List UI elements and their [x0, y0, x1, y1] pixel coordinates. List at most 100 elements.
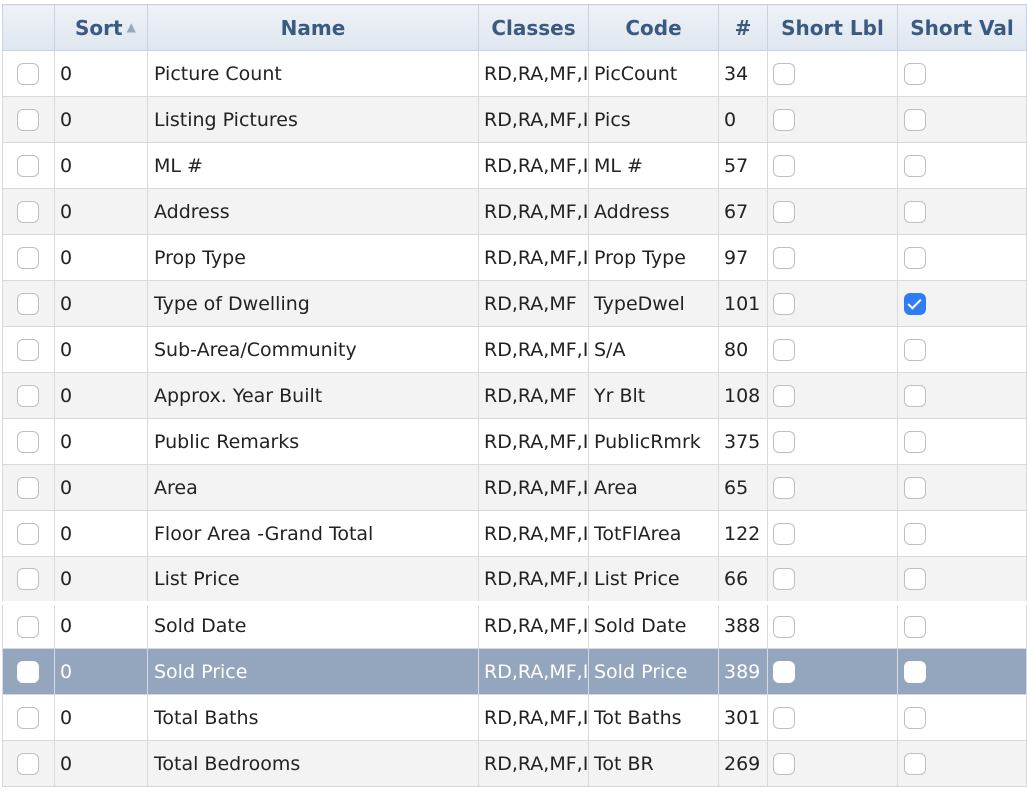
- short-val-checkbox[interactable]: [904, 384, 926, 407]
- short-lbl-checkbox[interactable]: [773, 292, 795, 315]
- short-val-checkbox[interactable]: [904, 292, 926, 315]
- count-cell: 301: [718, 694, 768, 741]
- row-select-checkbox[interactable]: [17, 154, 39, 177]
- short-lbl-checkbox[interactable]: [773, 706, 795, 729]
- row-select-checkbox[interactable]: [17, 292, 39, 315]
- row-select-cell: [2, 694, 55, 741]
- table-row[interactable]: 0 ML # RD,RA,MF,I ML #57: [2, 142, 1027, 189]
- short-lbl-checkbox[interactable]: [773, 430, 795, 453]
- sort-cell: 0: [54, 280, 148, 327]
- table-row[interactable]: 0 Total Baths RD,RA,MF,I Tot Baths 301: [2, 694, 1027, 741]
- row-select-checkbox[interactable]: [17, 660, 39, 683]
- table-row[interactable]: 0 Sub-Area/Community RD,RA,MF,I S/A 80: [2, 326, 1027, 373]
- table-row[interactable]: 0 List Price RD,RA,MF,I List Price 66: [2, 556, 1027, 603]
- code-cell: Sold Date: [588, 600, 719, 649]
- short-val-header[interactable]: Short Val: [897, 4, 1027, 51]
- table-row[interactable]: 0 Listing Pictures RD,RA,MF,I Pics 0: [2, 96, 1027, 143]
- name-cell: Floor Area -Grand Total: [147, 510, 479, 557]
- name-header[interactable]: Name: [147, 4, 479, 51]
- sort-cell: 0: [54, 326, 148, 373]
- row-select-cell: [2, 326, 55, 373]
- sort-header[interactable]: Sort ▲: [54, 4, 148, 51]
- name-cell: Total Bedrooms: [147, 740, 479, 787]
- table-row[interactable]: 0 Sold Date RD,RA,MF,I Sold Date 388: [2, 600, 1027, 649]
- short-val-cell: [897, 234, 1027, 281]
- short-lbl-checkbox[interactable]: [773, 384, 795, 407]
- short-val-checkbox[interactable]: [904, 200, 926, 223]
- short-lbl-cell: [767, 142, 898, 189]
- table-body: 0 Picture Count RD,RA,MF,I PicCount 34 0 Listi…: [2, 50, 1027, 787]
- short-val-checkbox[interactable]: [904, 338, 926, 361]
- row-select-checkbox[interactable]: [17, 384, 39, 407]
- short-lbl-checkbox[interactable]: [773, 200, 795, 223]
- table-row[interactable]: 0 Address RD,RA,MF,I Address 67: [2, 188, 1027, 235]
- row-select-checkbox[interactable]: [17, 338, 39, 361]
- short-lbl-header[interactable]: Short Lbl: [767, 4, 898, 51]
- count-cell: 375: [718, 418, 768, 465]
- short-lbl-cell: [767, 556, 898, 603]
- short-lbl-checkbox[interactable]: [773, 108, 795, 131]
- table-row[interactable]: 0 Type of Dwelling RD,RA,MF TypeDwel 101: [2, 280, 1027, 327]
- row-select-checkbox[interactable]: [17, 200, 39, 223]
- short-val-checkbox[interactable]: [904, 660, 926, 683]
- count-cell: 108: [718, 372, 768, 419]
- short-val-checkbox[interactable]: [904, 706, 926, 729]
- select-all-header[interactable]: [2, 4, 55, 51]
- row-select-checkbox[interactable]: [17, 568, 39, 590]
- short-lbl-cell: [767, 464, 898, 511]
- short-lbl-checkbox[interactable]: [773, 246, 795, 269]
- table-row[interactable]: 0 Sold Price RD,RA,MF,I Sold Price 389: [2, 648, 1027, 695]
- short-val-checkbox[interactable]: [904, 568, 926, 590]
- short-lbl-checkbox[interactable]: [773, 752, 795, 775]
- short-val-checkbox[interactable]: [904, 476, 926, 499]
- name-cell: ML #: [147, 142, 479, 189]
- code-header[interactable]: Code: [588, 4, 719, 51]
- short-val-cell: [897, 280, 1027, 327]
- row-select-checkbox[interactable]: [17, 752, 39, 775]
- row-select-checkbox[interactable]: [17, 430, 39, 453]
- table-row[interactable]: 0 Picture Count RD,RA,MF,I PicCount 34: [2, 50, 1027, 97]
- row-select-checkbox[interactable]: [17, 246, 39, 269]
- short-val-checkbox[interactable]: [904, 154, 926, 177]
- row-select-checkbox[interactable]: [17, 615, 39, 638]
- short-val-checkbox[interactable]: [904, 246, 926, 269]
- short-val-checkbox[interactable]: [904, 522, 926, 545]
- short-lbl-checkbox[interactable]: [773, 62, 795, 85]
- short-val-checkbox[interactable]: [904, 108, 926, 131]
- sort-header-label: Sort: [75, 15, 123, 40]
- row-select-checkbox[interactable]: [17, 108, 39, 131]
- short-lbl-checkbox[interactable]: [773, 522, 795, 545]
- short-val-checkbox[interactable]: [904, 62, 926, 85]
- short-lbl-checkbox[interactable]: [773, 154, 795, 177]
- row-select-checkbox[interactable]: [17, 706, 39, 729]
- table-row[interactable]: 0 Area RD,RA,MF,I Area 65: [2, 464, 1027, 511]
- name-cell: Public Remarks: [147, 418, 479, 465]
- short-lbl-checkbox[interactable]: [773, 338, 795, 361]
- classes-header[interactable]: Classes: [478, 4, 589, 51]
- short-val-checkbox[interactable]: [904, 430, 926, 453]
- name-cell: Listing Pictures: [147, 96, 479, 143]
- row-select-checkbox[interactable]: [17, 522, 39, 545]
- table-row[interactable]: 0 Approx. Year Built RD,RA,MF Yr Blt 108: [2, 372, 1027, 419]
- short-val-checkbox[interactable]: [904, 615, 926, 638]
- code-cell: PicCount: [588, 50, 719, 97]
- row-select-checkbox[interactable]: [17, 476, 39, 499]
- sort-arrows-icon[interactable]: ▲: [127, 20, 136, 34]
- row-select-checkbox[interactable]: [17, 62, 39, 85]
- name-cell: Prop Type: [147, 234, 479, 281]
- table-row[interactable]: 0 Prop Type RD,RA,MF,I Prop Type 97: [2, 234, 1027, 281]
- short-lbl-checkbox[interactable]: [773, 476, 795, 499]
- short-val-checkbox[interactable]: [904, 752, 926, 775]
- classes-cell: RD,RA,MF,I: [478, 600, 589, 649]
- short-lbl-checkbox[interactable]: [773, 615, 795, 638]
- table-row[interactable]: 0 Floor Area -Grand Total RD,RA,MF,I TotFlA…: [2, 510, 1027, 557]
- short-lbl-checkbox[interactable]: [773, 660, 795, 683]
- short-lbl-checkbox[interactable]: [773, 568, 795, 590]
- code-cell: PublicRmrk: [588, 418, 719, 465]
- code-cell: TypeDwel: [588, 280, 719, 327]
- table-row[interactable]: 0 Total Bedrooms RD,RA,MF,I Tot BR 269: [2, 740, 1027, 787]
- table-row[interactable]: 0 Public Remarks RD,RA,MF,I PublicRmrk 375: [2, 418, 1027, 465]
- count-header[interactable]: #: [718, 4, 768, 51]
- short-lbl-cell: [767, 326, 898, 373]
- row-select-cell: [2, 418, 55, 465]
